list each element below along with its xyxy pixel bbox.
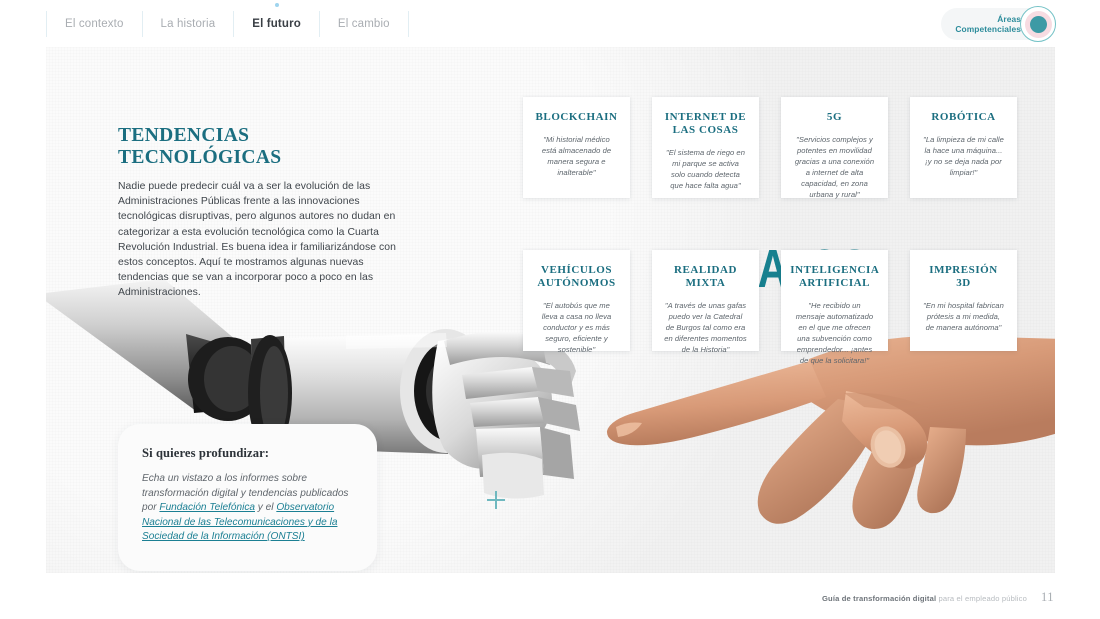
nav-tab-la-historia[interactable]: La historia	[141, 10, 234, 37]
trend-card-realidad-mixta[interactable]: REALIDAD MIXTA "A través de unas gafas p…	[652, 250, 759, 354]
trend-card-5g[interactable]: 5G "Servicios complejos y potentes en mo…	[781, 97, 888, 199]
nav-tab-el-cambio[interactable]: El cambio	[318, 10, 408, 37]
deep-dive-body: Echa un vistazo a los informes sobre tra…	[142, 472, 353, 545]
trend-card-robotica[interactable]: ROBÓTICA "La limpieza de mi calle la hac…	[910, 97, 1017, 198]
trend-card-title: IMPRESIÓN 3D	[929, 264, 998, 289]
nav-tab-el-contexto[interactable]: El contexto	[46, 10, 142, 37]
trend-card-internet-de-las-cosas[interactable]: INTERNET DE LAS COSAS "El sistema de rie…	[652, 97, 759, 198]
deep-dive-text-middle: y el	[255, 502, 277, 514]
trend-card-title: REALIDAD MIXTA	[673, 264, 738, 289]
trend-card-title: BLOCKCHAIN	[535, 111, 618, 123]
trend-card-vehiculos-autonomos[interactable]: VEHÍCULOS AUTÓNOMOS "El autobús que me l…	[523, 250, 630, 354]
active-tab-dot-icon	[274, 2, 279, 7]
trend-card-quote: "Servicios complejos y potentes en movil…	[794, 135, 875, 199]
footer-title-rest: para el empleado público	[938, 594, 1027, 603]
trend-card-blockchain[interactable]: BLOCKCHAIN "Mi historial médico está alm…	[523, 97, 630, 198]
nav-tab-list: El contexto La historia El futuro El cam…	[46, 2, 409, 37]
nav-tab-el-futuro[interactable]: El futuro	[233, 2, 319, 37]
trend-card-quote: "En mi hospital fabrican prótesis a mi m…	[923, 301, 1004, 332]
nav-tab-divider	[407, 10, 409, 37]
areas-competenciales-label: Áreas Competenciales	[955, 14, 1021, 34]
areas-competenciales-circle-icon	[1020, 6, 1056, 42]
nav-tab-label: El futuro	[252, 17, 301, 30]
human-hand-illustration	[606, 335, 1055, 529]
intro-paragraph: Nadie puede predecir cuál va a ser la ev…	[118, 181, 396, 299]
footer-title-strong: Guía de transformación digital	[822, 594, 937, 603]
deep-dive-card: Si quieres profundizar: Echa un vistazo …	[118, 424, 377, 571]
trend-card-quote: "A través de unas gafas puedo ver la Cat…	[664, 301, 747, 354]
nav-tab-label: La historia	[160, 17, 216, 30]
nav-tab-label: El contexto	[65, 17, 124, 30]
slide-canvas: DATOS TENDENCIAS TECNOLÓGICAS Nadie pued…	[46, 47, 1055, 573]
trend-card-title: ROBÓTICA	[931, 111, 996, 123]
areas-circle-inner-ring	[1024, 10, 1052, 38]
trend-card-quote: "El autobús que me lleva a casa no lleva…	[541, 301, 612, 354]
trend-card-title: INTELIGENCIA ARTIFICIAL	[790, 264, 880, 289]
areas-circle-center-dot	[1029, 15, 1047, 33]
trend-card-title: 5G	[826, 111, 843, 123]
link-fundacion-telefonica[interactable]: Fundación Telefónica	[159, 502, 255, 513]
trend-card-title: VEHÍCULOS AUTÓNOMOS	[537, 264, 616, 289]
trend-card-quote: "La limpieza de mi calle la hace una máq…	[923, 135, 1004, 177]
trend-card-title: INTERNET DE LAS COSAS	[664, 111, 747, 136]
footer-caption: Guía de transformación digital para el e…	[822, 594, 1027, 603]
nav-tab-label: El cambio	[337, 17, 390, 30]
areas-label-line1: Áreas	[997, 14, 1021, 24]
areas-competenciales-button[interactable]: Áreas Competenciales	[941, 6, 1056, 42]
slide-page: El contexto La historia El futuro El cam…	[0, 0, 1100, 619]
trend-card-inteligencia-artificial[interactable]: INTELIGENCIA ARTIFICIAL "He recibido un …	[781, 250, 888, 365]
page-title-line2: TECNOLÓGICAS	[118, 147, 282, 168]
page-number: 11	[1040, 590, 1054, 604]
page-title-line1: TENDENCIAS	[118, 125, 250, 146]
intro-text-block: TENDENCIAS TECNOLÓGICAS Nadie puede pred…	[118, 125, 413, 301]
top-navigation-bar: El contexto La historia El futuro El cam…	[0, 0, 1100, 47]
page-title: TENDENCIAS TECNOLÓGICAS	[118, 125, 413, 169]
areas-label-line2: Competenciales	[955, 24, 1021, 34]
trend-card-quote: "El sistema de riego en mi parque se act…	[666, 148, 745, 190]
plus-mark-icon	[487, 491, 505, 509]
trend-card-impresion-3d[interactable]: IMPRESIÓN 3D "En mi hospital fabrican pr…	[910, 250, 1017, 351]
trend-card-quote: "Mi historial médico está almacenado de …	[541, 135, 612, 177]
page-footer: Guía de transformación digital para el e…	[822, 590, 1054, 605]
deep-dive-title: Si quieres profundizar:	[142, 446, 270, 460]
trend-card-quote: "He recibido un mensaje automatizado en …	[795, 301, 874, 365]
